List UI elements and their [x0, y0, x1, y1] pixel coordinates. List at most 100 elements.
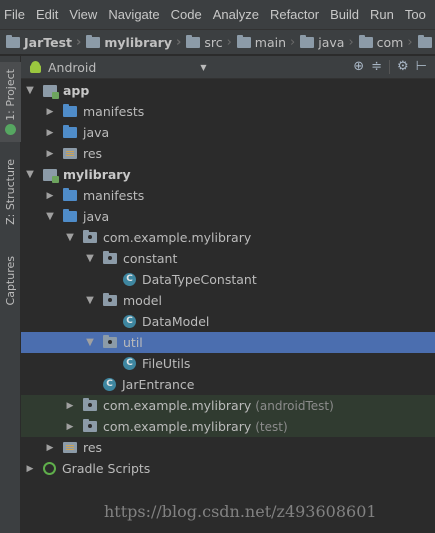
- menu-item[interactable]: Analyze: [213, 7, 259, 22]
- folder-icon: [186, 34, 201, 48]
- breadcrumb-label: java: [318, 34, 345, 50]
- package-icon: [358, 34, 373, 48]
- project-tree: ▼ app ▶ manifests ▶ java ▶ res ▼ mylibrary ▶ manife…: [21, 80, 435, 533]
- breadcrumb-separator-icon: ›: [76, 34, 82, 50]
- breadcrumb-label: mylibrary: [104, 34, 172, 50]
- menu-item[interactable]: File: [4, 7, 25, 22]
- tree-node[interactable]: ▼ app: [21, 80, 435, 101]
- folder-icon: [300, 34, 315, 48]
- tree-node[interactable]: C JarEntrance: [21, 374, 435, 395]
- menu-item[interactable]: Too: [405, 7, 426, 22]
- folder-icon: [236, 34, 251, 48]
- expand-arrow-right-icon[interactable]: ▶: [65, 401, 75, 411]
- breadcrumb-separator-icon: ›: [407, 34, 413, 50]
- breadcrumb: JarTest›mylibrary›src›main›java›com›exa: [0, 29, 435, 55]
- tab-structure[interactable]: Z: Structure: [0, 152, 21, 232]
- tree-node-label: com.example.mylibrary: [103, 230, 252, 245]
- tree-node[interactable]: C FileUtils: [21, 353, 435, 374]
- tool-window-strip: 1: Project Z: Structure Captures: [0, 56, 21, 533]
- tree-node[interactable]: ▶ res: [21, 437, 435, 458]
- tree-node-label: model: [123, 293, 162, 308]
- project-panel-header: Android ▼ ⊕ ≑ ⚙ ⊢: [21, 56, 435, 79]
- menu-item[interactable]: View: [69, 7, 97, 22]
- expand-arrow-right-icon[interactable]: ▶: [25, 464, 35, 474]
- tree-node-label: DataTypeConstant: [142, 272, 257, 287]
- tree-node-label: manifests: [83, 188, 145, 203]
- chevron-down-icon[interactable]: ▼: [200, 63, 206, 72]
- project-icon: [6, 34, 20, 48]
- expand-arrow-down-icon[interactable]: ▼: [25, 169, 35, 180]
- menu-bar: File Edit View Navigate Code Analyze Refactor B…: [0, 0, 435, 29]
- expand-arrow-right-icon[interactable]: ▶: [45, 107, 55, 117]
- tree-node[interactable]: ▼ java: [21, 206, 435, 227]
- tree-node[interactable]: ▶ res: [21, 143, 435, 164]
- breadcrumb-separator-icon: ›: [175, 34, 182, 50]
- class-icon: C: [123, 273, 136, 286]
- tree-node[interactable]: ▶ Gradle Scripts: [21, 458, 435, 479]
- collapse-icon[interactable]: ≑: [371, 59, 382, 74]
- expand-arrow-right-icon[interactable]: ▶: [45, 149, 55, 159]
- tree-node[interactable]: ▼ constant: [21, 248, 435, 269]
- tree-node[interactable]: ▼ mylibrary: [21, 164, 435, 185]
- expand-arrow-down-icon[interactable]: ▼: [65, 232, 75, 243]
- menu-item[interactable]: Edit: [36, 7, 58, 22]
- tab-structure-label: Z: Structure: [4, 159, 17, 225]
- breadcrumb-item[interactable]: java ›: [300, 34, 358, 50]
- expand-arrow-down-icon[interactable]: ▼: [25, 85, 35, 96]
- tree-node[interactable]: C DataTypeConstant: [21, 269, 435, 290]
- expand-arrow-down-icon[interactable]: ▼: [85, 253, 95, 264]
- android-icon: [29, 60, 42, 74]
- watermark-text: https://blog.csdn.net/z493608601: [104, 502, 377, 521]
- breadcrumb-separator-icon: ›: [290, 34, 296, 50]
- tab-project[interactable]: 1: Project: [0, 62, 21, 142]
- menu-item[interactable]: Refactor: [270, 7, 319, 22]
- breadcrumb-label: main: [254, 34, 287, 50]
- expand-arrow-down-icon[interactable]: ▼: [85, 337, 95, 348]
- breadcrumb-separator-icon: ›: [226, 34, 232, 50]
- tree-node[interactable]: ▶ com.example.mylibrary (androidTest): [21, 395, 435, 416]
- tab-project-label: 1: Project: [4, 68, 17, 121]
- expand-arrow-down-icon[interactable]: ▼: [85, 295, 95, 306]
- tree-node[interactable]: ▶ com.example.mylibrary (test): [21, 416, 435, 437]
- menu-item[interactable]: Build: [330, 7, 359, 22]
- breadcrumb-item[interactable]: main ›: [236, 34, 300, 50]
- expand-arrow-right-icon[interactable]: ▶: [45, 443, 55, 453]
- tree-node-label: java: [83, 209, 110, 224]
- tree-node[interactable]: ▼ com.example.mylibrary: [21, 227, 435, 248]
- menu-item[interactable]: Run: [370, 7, 394, 22]
- tree-node-label: res: [83, 146, 103, 161]
- tree-node[interactable]: ▶ java: [21, 122, 435, 143]
- breadcrumb-label: src: [204, 34, 223, 50]
- hide-icon[interactable]: ⊢: [416, 59, 427, 74]
- tree-node-label: java: [83, 125, 110, 140]
- target-icon[interactable]: ⊕: [353, 59, 364, 74]
- tree-node[interactable]: ▶ manifests: [21, 185, 435, 206]
- expand-arrow-down-icon[interactable]: ▼: [45, 211, 55, 222]
- source-set-hint: (test): [255, 419, 288, 434]
- resource-folder-icon: [63, 148, 77, 159]
- menu-item[interactable]: Navigate: [108, 7, 159, 22]
- source-folder-icon: [63, 125, 77, 138]
- source-folder-icon: [63, 104, 77, 117]
- class-icon: C: [103, 378, 116, 391]
- tree-node[interactable]: C DataModel: [21, 311, 435, 332]
- module-icon: [86, 34, 101, 48]
- breadcrumb-item[interactable]: com ›: [358, 34, 418, 50]
- breadcrumb-item[interactable]: JarTest ›: [6, 34, 86, 50]
- expand-arrow-right-icon[interactable]: ▶: [45, 191, 55, 201]
- tree-node[interactable]: ▼ model: [21, 290, 435, 311]
- tree-node[interactable]: ▼ util: [21, 332, 435, 353]
- tree-node-label: JarEntrance: [122, 377, 195, 392]
- view-mode-select[interactable]: Android: [48, 60, 96, 75]
- tree-node[interactable]: ▶ manifests: [21, 101, 435, 122]
- tab-captures[interactable]: Captures: [0, 246, 21, 316]
- breadcrumb-item[interactable]: src ›: [186, 34, 236, 50]
- breadcrumb-item[interactable]: mylibrary ›: [86, 34, 186, 50]
- breadcrumb-item[interactable]: exa: [417, 34, 435, 50]
- gear-icon[interactable]: ⚙: [397, 59, 409, 74]
- expand-arrow-right-icon[interactable]: ▶: [65, 422, 75, 432]
- menu-item[interactable]: Code: [171, 7, 202, 22]
- tree-node-label: com.example.mylibrary: [103, 419, 252, 434]
- package-icon: [417, 34, 432, 48]
- expand-arrow-right-icon[interactable]: ▶: [45, 128, 55, 138]
